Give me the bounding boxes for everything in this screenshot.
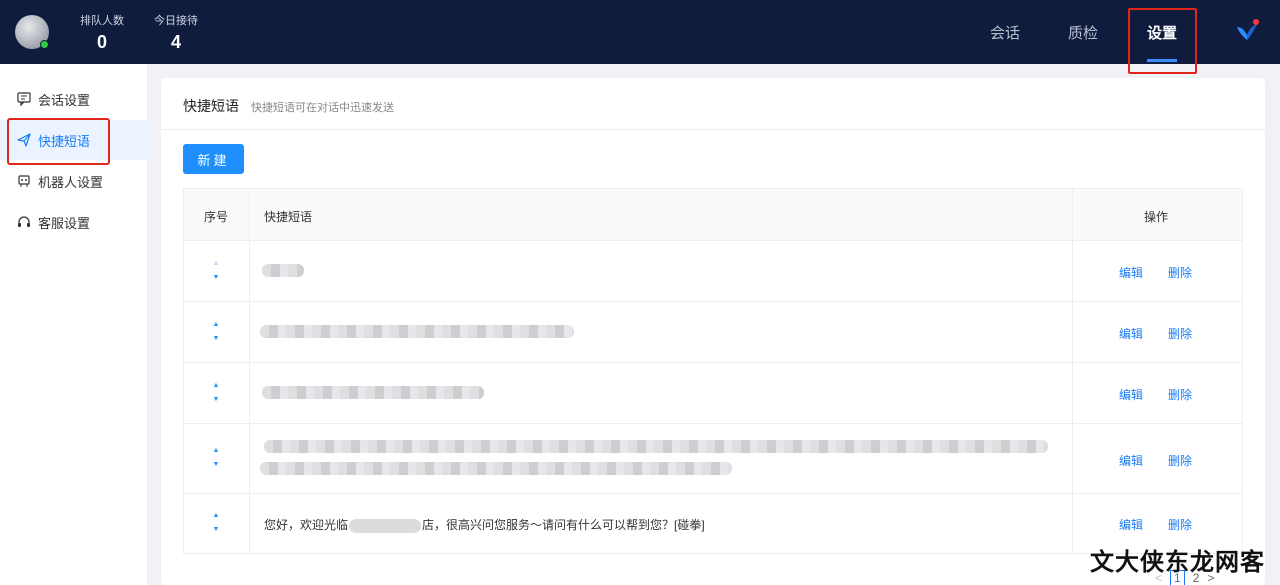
- move-down-icon[interactable]: ▼: [212, 273, 220, 282]
- table-row: ▲ ▼ 编辑 删除: [184, 424, 1242, 494]
- phrase-text-end: 店，很高兴问您服务～请问有什么可以帮到您？[碰拳]: [422, 518, 705, 532]
- edit-link[interactable]: 编辑: [1119, 516, 1143, 533]
- queue-count-value: 0: [96, 32, 107, 52]
- move-up-icon[interactable]: ▲: [212, 381, 220, 390]
- move-up-icon[interactable]: ▲: [212, 511, 220, 520]
- delete-link[interactable]: 删除: [1168, 264, 1192, 281]
- edit-link[interactable]: 编辑: [1119, 264, 1143, 281]
- robot-icon: [16, 173, 32, 189]
- blurred-phrase: [264, 440, 1048, 453]
- quick-phrases-card: 快捷短语 快捷短语可在对话中迅速发送 新建 序号 快捷短语 操作 ▲ ▼ 编辑 …: [161, 78, 1265, 585]
- blurred-phrase: [260, 325, 574, 338]
- move-up-icon[interactable]: ▲: [212, 259, 220, 268]
- nav-quality-check[interactable]: 质检: [1068, 22, 1098, 43]
- bird-logo-icon[interactable]: [1234, 18, 1260, 44]
- move-down-icon[interactable]: ▼: [212, 395, 220, 404]
- today-reception-label: 今日接待: [154, 15, 198, 27]
- headset-icon: [16, 214, 32, 230]
- move-up-icon[interactable]: ▲: [212, 320, 220, 329]
- page-title: 快捷短语: [183, 98, 239, 114]
- phrase-text-start: 您好，欢迎光临: [264, 518, 349, 532]
- sidebar-item-agent-settings[interactable]: 客服设置: [0, 202, 147, 242]
- delete-link[interactable]: 删除: [1168, 516, 1192, 533]
- table-row: ▲ ▼ 编辑 删除: [184, 363, 1242, 424]
- card-divider: [161, 129, 1265, 130]
- blurred-phrase: [262, 264, 304, 277]
- sidebar-item-robot-settings[interactable]: 机器人设置: [0, 161, 147, 201]
- settings-highlight-box: [1128, 8, 1197, 74]
- sidebar-item-label: 会话设置: [38, 92, 91, 108]
- move-up-icon[interactable]: ▲: [212, 446, 220, 455]
- phrase-text: 您好，欢迎光临 店，很高兴问您服务～请问有什么可以帮到您？[碰拳]: [264, 516, 705, 533]
- column-header-index: 序号: [204, 210, 229, 224]
- watermark-text: 文大侠东龙网客: [1090, 549, 1265, 576]
- sidebar-item-label: 客服设置: [38, 215, 91, 231]
- chat-settings-icon: [16, 91, 32, 107]
- move-down-icon[interactable]: ▼: [212, 525, 220, 534]
- table-row: ▲ ▼ 您好，欢迎光临 店，很高兴问您服务～请问有什么可以帮到您？[碰拳] 编辑 …: [184, 494, 1242, 553]
- nav-conversation[interactable]: 会话: [990, 22, 1020, 43]
- delete-link[interactable]: 删除: [1168, 386, 1192, 403]
- queue-count-label: 排队人数: [80, 15, 124, 27]
- blurred-phrase: [262, 386, 484, 399]
- blurred-phrase: [260, 462, 732, 475]
- today-reception-value: 4: [170, 32, 181, 52]
- delete-link[interactable]: 删除: [1168, 452, 1192, 469]
- move-down-icon[interactable]: ▼: [212, 334, 220, 343]
- table-row: ▲ ▼ 编辑 删除: [184, 241, 1242, 302]
- sidebar-item-label: 机器人设置: [38, 174, 104, 190]
- top-bar: 排队人数 0 今日接待 4 会话 质检 设置: [0, 0, 1280, 74]
- table-header: 序号 快捷短语 操作: [184, 189, 1242, 241]
- new-phrase-button[interactable]: 新建: [183, 144, 244, 174]
- table-row: ▲ ▼ 编辑 删除: [184, 302, 1242, 363]
- sidebar-item-chat-settings[interactable]: 会话设置: [0, 79, 147, 119]
- today-reception-stat: 今日接待 4: [152, 12, 200, 53]
- edit-link[interactable]: 编辑: [1119, 452, 1143, 469]
- move-down-icon[interactable]: ▼: [212, 460, 220, 469]
- quick-phrases-highlight-box: [7, 118, 110, 165]
- online-status-dot: [40, 40, 49, 49]
- delete-link[interactable]: 删除: [1168, 325, 1192, 342]
- quick-phrases-table: 序号 快捷短语 操作 ▲ ▼ 编辑 删除 ▲ ▼ 编辑 删除 ▲ ▼ 编辑 删除…: [183, 188, 1243, 554]
- edit-link[interactable]: 编辑: [1119, 325, 1143, 342]
- page-subtitle: 快捷短语可在对话中迅速发送: [251, 102, 394, 114]
- queue-count-stat: 排队人数 0: [78, 12, 126, 53]
- blurred-shop-name: [349, 518, 422, 533]
- column-header-actions: 操作: [1144, 210, 1169, 224]
- edit-link[interactable]: 编辑: [1119, 386, 1143, 403]
- column-header-phrase: 快捷短语: [264, 210, 313, 224]
